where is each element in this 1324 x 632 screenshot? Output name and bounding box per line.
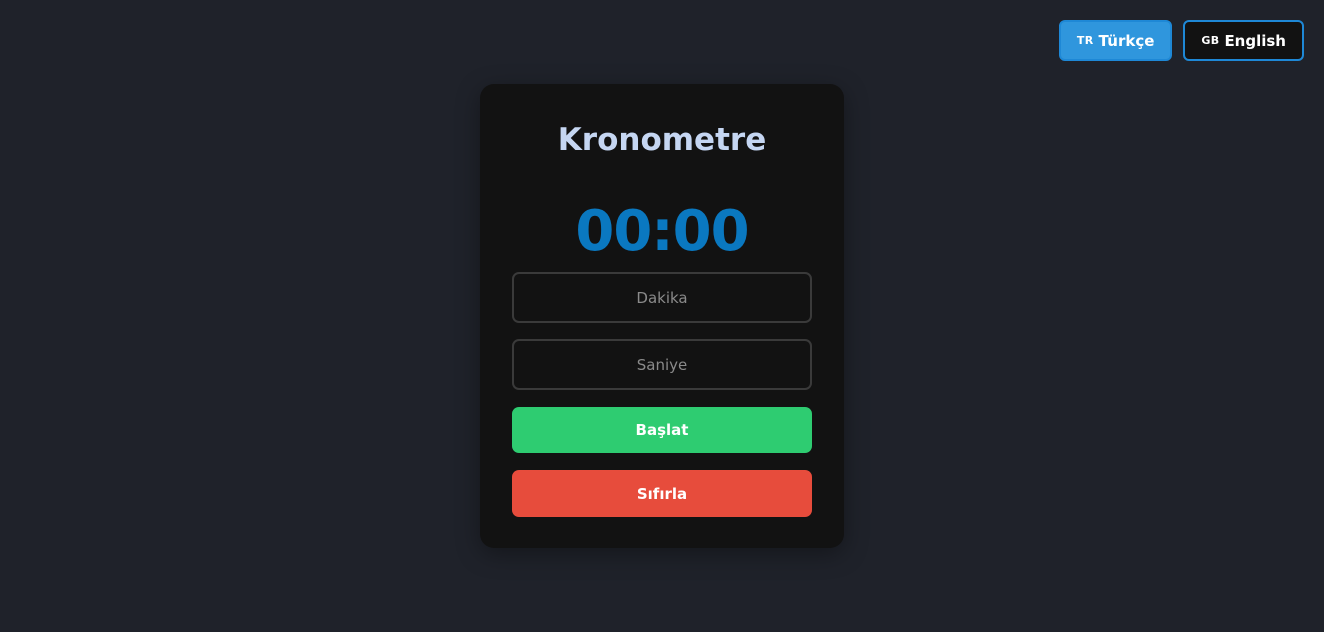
timer-display: 00:00 [575, 199, 749, 264]
language-switcher: TR Türkçe GB English [1058, 20, 1304, 61]
minutes-input[interactable] [512, 272, 812, 323]
language-button-english[interactable]: GB English [1183, 20, 1304, 61]
language-label-turkish: Türkçe [1098, 31, 1155, 50]
language-label-english: English [1224, 31, 1286, 50]
gb-flag-icon: GB [1201, 34, 1220, 47]
tr-flag-icon: TR [1076, 34, 1094, 47]
seconds-input[interactable] [512, 339, 812, 390]
page-title: Kronometre [557, 122, 767, 158]
stopwatch-card: Kronometre 00:00 Başlat Sıfırla [480, 84, 844, 548]
reset-button[interactable]: Sıfırla [512, 470, 812, 517]
language-button-turkish[interactable]: TR Türkçe [1058, 20, 1173, 61]
start-button[interactable]: Başlat [512, 407, 812, 453]
